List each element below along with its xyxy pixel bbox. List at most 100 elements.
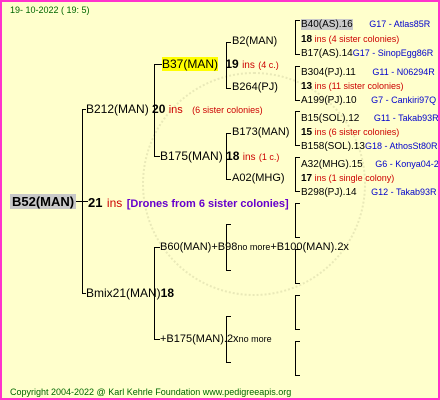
- pedigree-chart: 19- 10-2022 ( 19: 5) B52(MAN) 21 ins [Dr…: [0, 0, 440, 400]
- s2-queen: B175(MAN) 18 ins (1 c.): [160, 150, 279, 163]
- r4-label[interactable]: A199(PJ).10: [301, 95, 357, 106]
- r4-row: A199(PJ).10 G7 - Cankiri97Q: [301, 96, 436, 106]
- connector: [295, 191, 300, 192]
- count: 21: [88, 195, 103, 210]
- sister-note: (11 sister colonies): [328, 81, 404, 91]
- connector: [226, 133, 231, 134]
- ins-label: ins: [106, 196, 123, 210]
- connector: [295, 66, 300, 67]
- g2-queen[interactable]: B264(PJ): [232, 82, 278, 93]
- g3-queen[interactable]: B173(MAN): [232, 127, 289, 138]
- sister-note: (6 sister colonies): [192, 105, 263, 115]
- d1-tail: +B100(MAN).2x: [270, 241, 349, 253]
- ins-label: ins: [314, 81, 327, 91]
- colony-note: (1 single colony): [328, 173, 395, 183]
- g4-queen[interactable]: A02(MHG): [232, 173, 285, 184]
- r5-count-row: 15 ins (6 sister colonies): [301, 128, 399, 138]
- connector: [295, 203, 300, 204]
- connector: [295, 54, 300, 55]
- count: 13: [301, 81, 313, 92]
- count: 19: [225, 57, 239, 71]
- s1-queen: B37(MAN) 19 ins (4 c.): [162, 57, 279, 71]
- count: 18: [160, 286, 175, 300]
- connector: [295, 341, 300, 342]
- d1-label[interactable]: B60(MAN)+B98: [160, 241, 237, 253]
- r2-label[interactable]: B17(AS).14: [301, 48, 353, 59]
- count: 18: [226, 149, 240, 163]
- connector: [226, 362, 231, 363]
- sire-label[interactable]: B212(MAN): [86, 102, 149, 116]
- connector: [226, 179, 231, 180]
- sire-queen: B212(MAN) 20 ins (6 sister colonies): [86, 103, 263, 116]
- r3-row: B304(PJ).11 G11 - N06294R: [301, 68, 435, 78]
- r5-code: G11 - Takab93R: [373, 113, 439, 123]
- d2-label[interactable]: +B175(MAN).2x: [160, 333, 239, 345]
- g1-queen[interactable]: B2(MAN): [232, 36, 277, 47]
- r3-count-row: 13 ins (11 sister colonies): [301, 82, 404, 92]
- r3-code: G11 - N06294R: [372, 67, 435, 77]
- connector: [226, 270, 231, 271]
- connector: [295, 111, 300, 112]
- r4-code: G7 - Cankiri97Q: [371, 95, 437, 105]
- drones-note: [Drones from 6 sister colonies]: [126, 198, 289, 210]
- no-more-note: no more: [237, 242, 271, 252]
- count: 20: [152, 102, 166, 116]
- connector: [226, 316, 231, 317]
- date-header: 19- 10-2022 ( 19: 5): [10, 5, 90, 15]
- connector: [295, 295, 296, 329]
- connector: [295, 375, 300, 376]
- connector: [295, 341, 296, 375]
- connector: [295, 157, 296, 191]
- r1-count-row: 18 ins (4 sister colonies): [301, 35, 399, 45]
- r7-count-row: 17 ins (1 single colony): [301, 174, 394, 184]
- connector: [295, 111, 296, 145]
- connector: [226, 88, 231, 89]
- connector: [295, 203, 296, 237]
- count: 17: [301, 173, 313, 184]
- dam-label[interactable]: Bmix21(MAN): [86, 286, 161, 300]
- connector: [295, 283, 300, 284]
- r6-code: G18 - AthosSt80R: [364, 141, 438, 151]
- root-queen[interactable]: B52(MAN): [10, 194, 77, 209]
- connector: [295, 66, 296, 100]
- r1-code: G17 - Atlas85R: [369, 19, 431, 29]
- d2-queen: +B175(MAN).2xno more: [160, 334, 272, 345]
- r2-code: G17 - SinopEgg86R: [352, 48, 434, 58]
- r8-code: G12 - Takab93R: [371, 187, 437, 197]
- connector: [226, 224, 231, 225]
- ins-label: ins: [314, 173, 327, 183]
- connector: [295, 249, 296, 283]
- connector: [295, 20, 296, 54]
- ins-label: ins: [314, 34, 327, 44]
- connector: [226, 42, 231, 43]
- ins-label: ins: [168, 104, 183, 116]
- sister-note: (6 sister colonies): [328, 127, 400, 137]
- r8-label[interactable]: B298(PJ).14: [301, 187, 357, 198]
- ins-label: ins: [242, 152, 256, 163]
- copyright-footer: Copyright 2004-2022 @ Karl Kehrle Founda…: [10, 387, 292, 397]
- r7-row: A32(MHG).15 G6 - Konya04-2: [301, 159, 439, 170]
- connector: [295, 295, 300, 296]
- connector: [82, 109, 83, 294]
- r5-label[interactable]: B15(SOL).12: [301, 113, 359, 124]
- r1-label[interactable]: B40(AS).16: [301, 19, 353, 30]
- r3-label[interactable]: B304(PJ).11: [301, 67, 356, 78]
- no-more-note: no more: [238, 334, 272, 344]
- connector: [295, 20, 300, 21]
- s1-label[interactable]: B37(MAN): [162, 57, 219, 71]
- s2-label[interactable]: B175(MAN): [160, 149, 223, 163]
- connector: [295, 157, 300, 158]
- r6-row: B158(SOL).13G18 - AthosSt80R: [301, 142, 437, 152]
- r7-label[interactable]: A32(MHG).15: [301, 159, 363, 170]
- sister-note: (4 sister colonies): [328, 34, 400, 44]
- ins-label: ins: [242, 60, 255, 71]
- count: 15: [301, 127, 313, 138]
- r8-row: B298(PJ).14 G12 - Takab93R: [301, 188, 436, 198]
- connector: [295, 100, 300, 101]
- r2-row: B17(AS).14G17 - SinopEgg86R: [301, 49, 433, 59]
- r7-code: G6 - Konya04-2: [375, 159, 439, 169]
- ins-label: ins: [314, 127, 327, 137]
- connector: [295, 237, 300, 238]
- connector: [295, 145, 300, 146]
- r6-label[interactable]: B158(SOL).13: [301, 141, 365, 152]
